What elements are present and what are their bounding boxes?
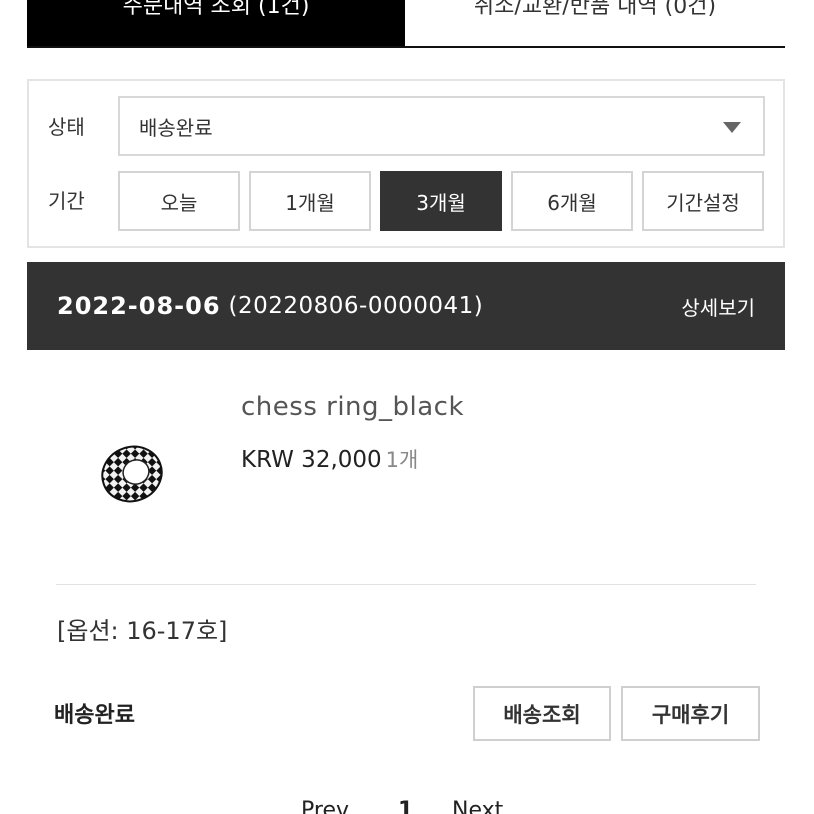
period-buttons: 오늘 1개월 3개월 6개월 기간설정 [118, 171, 764, 231]
period-6-months-button[interactable]: 6개월 [511, 171, 633, 231]
write-review-button[interactable]: 구매후기 [621, 686, 760, 741]
tab-order-history[interactable]: 주문내역 조회 (1건) [27, 0, 405, 46]
next-page-link[interactable]: Next [452, 798, 503, 814]
status-select[interactable]: 배송완료 [118, 96, 765, 156]
product-quantity: 1개 [385, 448, 419, 472]
status-filter-label: 상태 [48, 115, 85, 139]
product-thumbnail[interactable] [98, 440, 166, 508]
order-status: 배송완료 [54, 703, 135, 728]
period-1-month-button[interactable]: 1개월 [249, 171, 371, 231]
period-custom-button[interactable]: 기간설정 [642, 171, 764, 231]
status-select-value: 배송완료 [139, 115, 213, 140]
order-number: (20220806-0000041) [228, 293, 484, 319]
product-price-line: KRW 32,000 1개 [241, 444, 418, 474]
tab-cancel-exchange-return[interactable]: 취소/교환/반품 내역 (0건) [405, 0, 785, 46]
order-tabs: 주문내역 조회 (1건) 취소/교환/반품 내역 (0건) [27, 0, 785, 48]
order-date: 2022-08-06 [57, 292, 221, 320]
order-detail-link[interactable]: 상세보기 [681, 292, 755, 321]
pagination: Prev 1 Next [0, 798, 814, 814]
current-page[interactable]: 1 [398, 798, 413, 814]
product-option: [옵션: 16-17호] [57, 617, 228, 645]
product-price: KRW 32,000 [241, 447, 382, 473]
order-header: 2022-08-06 (20220806-0000041) 상세보기 [27, 262, 785, 350]
period-filter-label: 기간 [48, 189, 85, 213]
track-delivery-button[interactable]: 배송조회 [473, 686, 611, 741]
prev-page-link[interactable]: Prev [301, 798, 349, 814]
filter-panel: 상태 배송완료 기간 오늘 1개월 3개월 6개월 기간설정 [27, 79, 785, 248]
period-3-months-button[interactable]: 3개월 [380, 171, 502, 231]
product-divider [56, 584, 756, 585]
period-today-button[interactable]: 오늘 [118, 171, 240, 231]
chevron-down-icon [723, 122, 741, 133]
product-name[interactable]: chess ring_black [241, 392, 464, 422]
